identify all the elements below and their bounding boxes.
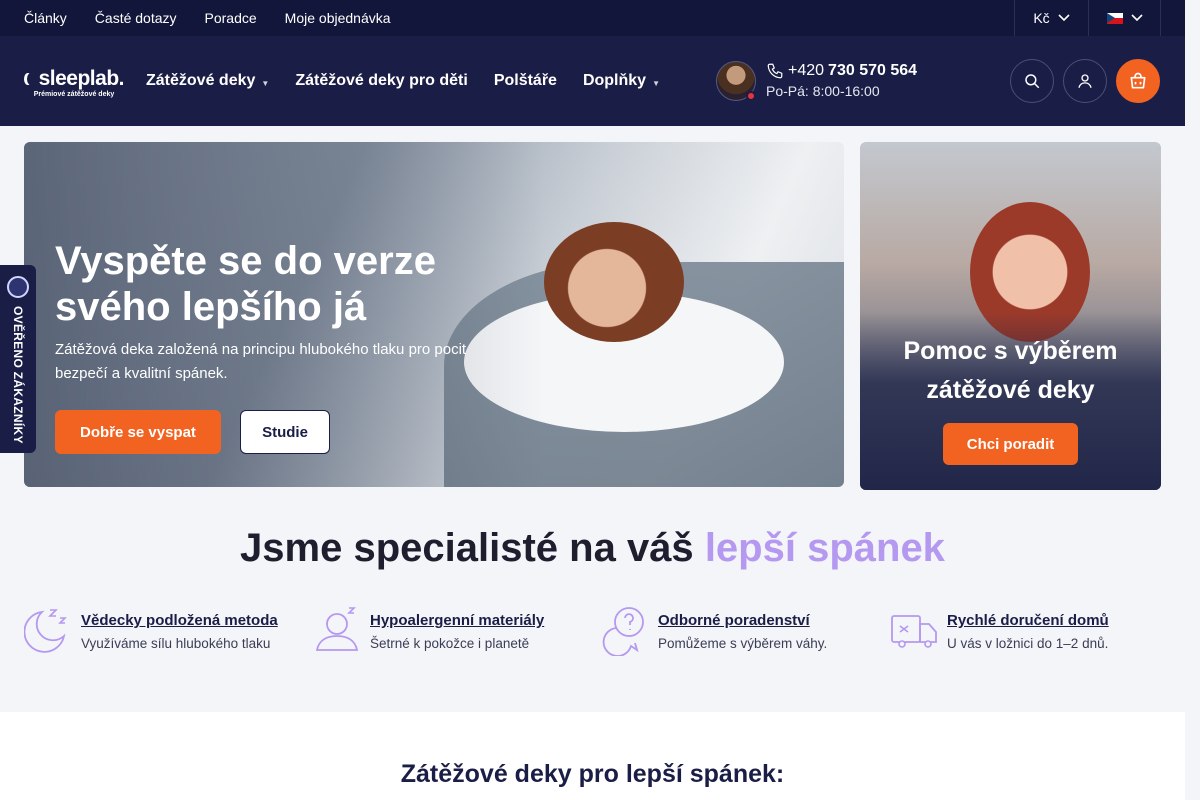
advice-card-title: Pomoc s výběrem zátěžové deky [903,337,1118,404]
feature-title: Vědecky podložená metoda [81,612,278,629]
feature-title: Odborné poradenství [658,612,810,629]
logo[interactable]: sleeplab. Prémiové zátěžové deky [24,67,125,99]
main-nav: Zátěžové deky ▼ Zátěžové deky pro děti P… [146,36,660,126]
account-button[interactable] [1063,59,1107,103]
opening-hours: Po-Pá: 8:00-16:00 [766,83,880,99]
nav-label: Polštáře [493,72,557,89]
top-bar: Články Časté dotazy Poradce Moje objedná… [0,0,1185,36]
phone-prefix: +420 [788,62,825,79]
delivery-truck-icon [891,615,937,648]
czech-flag-icon [1106,12,1123,24]
hero-text: Zátěžová deka založená na principu hlubo… [55,341,467,382]
nav-item-doplnky[interactable]: Doplňky ▼ [583,72,660,90]
verified-customers-badge[interactable]: OVĚŘENO ZÁKAZNÍKY [0,265,36,453]
feature-title: Rychlé doručení domů [947,612,1109,629]
nav-item-zatezove-deky[interactable]: Zátěžové deky ▼ [146,72,269,90]
badge-text: OVĚŘENO ZÁKAZNÍKY [11,306,25,444]
chevron-down-icon [1058,14,1070,22]
feature-subtitle: Pomůžeme s výběrem váhy. [658,636,828,651]
verified-seal-icon [7,276,29,298]
feature-title: Hypoalergenní materiály [370,612,545,629]
user-icon [1078,74,1092,88]
shopping-bag-icon [1130,72,1146,89]
products-section: Zátěžové deky pro lepší spánek: [0,712,1185,800]
top-link-faq[interactable]: Časté dotazy [95,10,177,26]
dropdown-caret-icon: ▼ [652,78,660,88]
top-link-poradce[interactable]: Poradce [205,10,257,26]
chevron-down-icon [1130,14,1143,22]
hero-image-sleeper [544,222,684,342]
search-button[interactable] [1010,59,1054,103]
nav-label: Zátěžové deky pro děti [295,72,468,89]
nav-label: Zátěžové deky [146,72,256,89]
products-section-title: Zátěžové deky pro lepší spánek: [400,760,785,788]
nav-label: Doplňky [582,72,647,89]
language-selector[interactable] [1088,0,1161,36]
search-icon [1025,74,1040,89]
feature-subtitle: Využíváme sílu hlubokého tlaku [81,636,271,651]
specialists-heading-accent: lepší spánek [704,526,945,570]
moon-sleep-icon [24,609,67,653]
status-dot [746,91,756,101]
phone-icon [767,63,783,79]
feature-subtitle: Šetrné k pokožce i planetě [370,636,530,651]
hero-title: Vyspěte se do verze svého lepšího já [55,239,436,329]
top-links: Články Časté dotazy Poradce Moje objedná… [24,0,391,36]
top-link-clanky[interactable]: Články [24,10,67,26]
currency-selector[interactable]: Kč [1014,0,1088,36]
main-header: sleeplab. Prémiové zátěžové deky Zátěžov… [0,36,1185,126]
feature-subtitle: U vás v ložnici do 1–2 dnů. [947,636,1109,651]
advice-card: Pomoc s výběrem zátěžové deky Chci porad… [860,142,1161,490]
logo-tagline: Prémiové zátěžové deky [33,91,115,98]
nav-item-deky-pro-deti[interactable]: Zátěžové deky pro děti [295,72,468,90]
top-link-moje-objednavka[interactable]: Moje objednávka [285,10,391,26]
specialists-heading: Jsme specialisté na váš lepší spánek [0,526,1185,571]
logo-wordmark: sleeplab. [24,67,125,90]
specialists-heading-main: Jsme specialisté na váš [240,526,694,570]
phone-number: 730 570 564 [828,62,918,79]
phone-line[interactable]: +420 730 570 564 [766,62,917,80]
sleeper-icon [315,607,359,651]
nav-item-polstare[interactable]: Polštáře [494,72,557,90]
cart-button[interactable] [1116,59,1160,103]
logo-name: sleeplab. [38,67,125,90]
hero-banner: Vyspěte se do verze svého lepšího já Zát… [24,142,844,487]
moon-icon [27,73,35,85]
currency-label: Kč [1033,10,1050,26]
sleep-well-button[interactable]: Dobře se vyspat [55,410,221,454]
chat-question-icon [602,607,644,656]
study-button[interactable]: Studie [240,410,330,454]
dropdown-caret-icon: ▼ [261,78,270,88]
advise-me-button[interactable]: Chci poradit [943,423,1078,465]
